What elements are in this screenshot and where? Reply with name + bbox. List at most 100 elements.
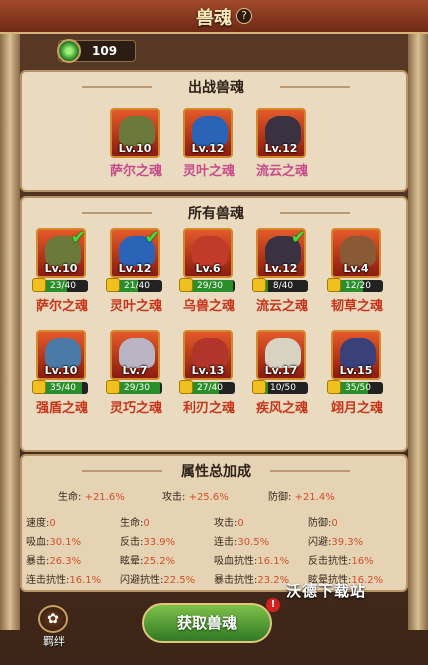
puzzle-piece-icon (106, 380, 120, 394)
watermark: 沃德下载站 (286, 582, 367, 600)
deployed-panel: 出战兽魂 Lv.10 萨尔之魂 Lv.12 灵叶之魂 Lv.12 流云之魂 (20, 70, 408, 192)
soul-name: 萨尔之魂 (35, 299, 88, 314)
soul-level: Lv.12 (264, 262, 298, 275)
soul-card[interactable]: Lv.10 萨尔之魂 (110, 108, 162, 179)
soul-card[interactable]: Lv.4 12/20 韧草之魂 (327, 228, 383, 314)
soul-card[interactable]: Lv.12 流云之魂 (256, 108, 308, 179)
soul-level: Lv.15 (339, 364, 373, 377)
stat-entry: 速度:0 (26, 518, 56, 529)
soul-portrait[interactable]: Lv.4 (331, 228, 381, 278)
stat-entry: 吸血抗性:16.1% (214, 556, 290, 567)
stat-entry: 暴击:26.3% (26, 556, 82, 567)
stat-entry: 吸血:30.1% (26, 537, 82, 548)
right-pillar (408, 30, 428, 630)
soul-level: Lv.7 (122, 364, 148, 377)
puzzle-piece-icon (179, 380, 193, 394)
soul-level: Lv.10 (44, 364, 78, 377)
currency-value: 109 (92, 44, 118, 58)
soul-card[interactable]: Lv.6 29/30 乌兽之魂 (179, 228, 235, 314)
puzzle-piece-icon (327, 380, 341, 394)
puzzle-piece-icon (252, 278, 266, 292)
stat-entry: 眩晕:25.2% (120, 556, 176, 567)
stat-entry: 连击抗性:16.1% (26, 575, 102, 586)
stat-entry: 反击抗性:16% (308, 556, 374, 567)
soul-card[interactable]: Lv.12 ✔ 8/40 流云之魂 (252, 228, 308, 314)
soul-name: 韧草之魂 (330, 299, 383, 314)
soul-name: 翊月之魂 (330, 401, 383, 416)
soul-card[interactable]: Lv.13 27/40 利刃之魂 (179, 330, 235, 416)
soul-level: Lv.6 (195, 262, 221, 275)
soul-name: 流云之魂 (255, 299, 308, 314)
soul-card[interactable]: Lv.12 灵叶之魂 (183, 108, 235, 179)
puzzle-piece-icon (252, 380, 266, 394)
soul-card[interactable]: Lv.17 10/50 疾风之魂 (252, 330, 308, 416)
soul-gem-icon (57, 39, 81, 63)
soul-portrait[interactable]: Lv.13 (183, 330, 233, 380)
soul-name: 灵叶之魂 (109, 299, 162, 314)
soul-name: 流云之魂 (255, 164, 308, 179)
soul-level: Lv.12 (191, 142, 225, 155)
puzzle-piece-icon (179, 278, 193, 292)
checkmark-icon: ✔ (144, 228, 160, 248)
get-soul-button[interactable]: 获取兽魂 (142, 603, 272, 643)
stat-entry: 连击:30.5% (214, 537, 270, 548)
soul-portrait[interactable]: Lv.10 (36, 330, 86, 380)
stat-entry: 防御:0 (308, 518, 338, 529)
soul-level: Lv.4 (343, 262, 369, 275)
stat-entry: 生命:0 (120, 518, 150, 529)
checkmark-icon: ✔ (290, 228, 306, 248)
soul-level: Lv.12 (118, 262, 152, 275)
soul-card[interactable]: Lv.15 35/50 翊月之魂 (327, 330, 383, 416)
soul-name: 乌兽之魂 (182, 299, 235, 314)
puzzle-piece-icon (106, 278, 120, 292)
stat-summary: 攻击: +25.6% (162, 492, 229, 503)
left-pillar (0, 30, 20, 630)
soul-card[interactable]: Lv.12 ✔ 21/40 灵叶之魂 (106, 228, 162, 314)
stat-entry: 反击:33.9% (120, 537, 176, 548)
soul-name: 灵叶之魂 (182, 164, 235, 179)
soul-name: 疾风之魂 (255, 401, 308, 416)
all-souls-title: 所有兽魂 (188, 206, 244, 222)
soul-portrait[interactable]: Lv.12 (183, 108, 233, 158)
soul-portrait[interactable]: Lv.12 (256, 108, 306, 158)
soul-portrait[interactable]: Lv.10 ✔ (36, 228, 86, 278)
stats-title: 属性总加成 (181, 464, 251, 480)
soul-name: 萨尔之魂 (109, 164, 162, 179)
soul-level: Lv.10 (44, 262, 78, 275)
puzzle-piece-icon (32, 380, 46, 394)
soul-portrait[interactable]: Lv.12 ✔ (110, 228, 160, 278)
bond-label[interactable]: 羁绊 (36, 633, 72, 649)
soul-portrait[interactable]: Lv.15 (331, 330, 381, 380)
soul-portrait[interactable]: Lv.10 (110, 108, 160, 158)
stat-entry: 闪避:39.3% (308, 537, 364, 548)
soul-portrait[interactable]: Lv.17 (256, 330, 306, 380)
soul-card[interactable]: Lv.10 ✔ 23/40 萨尔之魂 (32, 228, 88, 314)
stat-summary: 生命: +21.6% (58, 492, 125, 503)
help-button[interactable]: ? (236, 8, 252, 24)
puzzle-piece-icon (32, 278, 46, 292)
bond-icon[interactable]: ✿ (38, 605, 68, 633)
all-souls-panel: 所有兽魂 Lv.10 ✔ 23/40 萨尔之魂 Lv.12 ✔ 21/40 灵叶之魂 Lv.6 2… (20, 196, 408, 452)
alert-badge: ! (266, 598, 280, 612)
stat-entry: 暴击抗性:23.2% (214, 575, 290, 586)
soul-portrait[interactable]: Lv.7 (110, 330, 160, 380)
stat-summary: 防御: +21.4% (268, 492, 335, 503)
puzzle-piece-icon (327, 278, 341, 292)
soul-level: Lv.13 (191, 364, 225, 377)
soul-name: 强盾之魂 (35, 401, 88, 416)
soul-name: 灵巧之魂 (109, 401, 162, 416)
soul-level: Lv.12 (264, 142, 298, 155)
stat-entry: 攻击:0 (214, 518, 244, 529)
checkmark-icon: ✔ (70, 228, 86, 248)
soul-portrait[interactable]: Lv.12 ✔ (256, 228, 306, 278)
soul-card[interactable]: Lv.10 35/40 强盾之魂 (32, 330, 88, 416)
soul-level: Lv.17 (264, 364, 298, 377)
page-title: 兽魂 (196, 8, 232, 29)
soul-portrait[interactable]: Lv.6 (183, 228, 233, 278)
stats-panel: 属性总加成 生命: +21.6% 攻击: +25.6% 防御: +21.4% 速度:0… (20, 454, 408, 592)
soul-card[interactable]: Lv.7 29/30 灵巧之魂 (106, 330, 162, 416)
stat-entry: 闪避抗性:22.5% (120, 575, 196, 586)
deployed-title: 出战兽魂 (188, 80, 244, 96)
soul-level: Lv.10 (118, 142, 152, 155)
soul-name: 利刃之魂 (182, 401, 235, 416)
